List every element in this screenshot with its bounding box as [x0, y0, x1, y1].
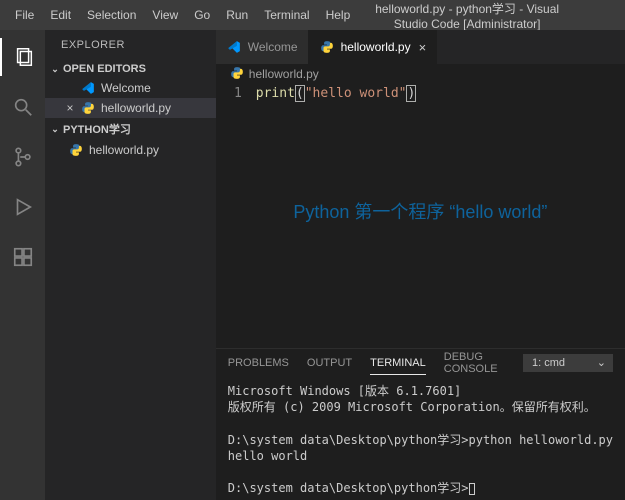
- menu-bar: File Edit Selection View Go Run Terminal…: [8, 4, 357, 26]
- menu-selection[interactable]: Selection: [80, 4, 143, 26]
- workspace-header[interactable]: ⌄ PYTHON学习: [45, 118, 216, 140]
- editor-tabs: Welcome helloworld.py ×: [216, 30, 625, 64]
- bottom-panel: PROBLEMS OUTPUT TERMINAL DEBUG CONSOLE 1…: [216, 348, 625, 500]
- terminal-line: Microsoft Windows [版本 6.1.7601]: [228, 384, 462, 398]
- window-title: helloworld.py - python学习 - Visual Studio…: [357, 0, 617, 31]
- tab-helloworld[interactable]: helloworld.py ×: [309, 30, 438, 64]
- menu-help[interactable]: Help: [319, 4, 358, 26]
- close-icon[interactable]: ×: [63, 101, 77, 115]
- titlebar: File Edit Selection View Go Run Terminal…: [0, 0, 625, 30]
- token-paren-open: (: [295, 85, 305, 102]
- terminal-line: 版权所有 (c) 2009 Microsoft Corporation。保留所有…: [228, 400, 596, 414]
- python-icon: [79, 101, 97, 115]
- panel-tabs: PROBLEMS OUTPUT TERMINAL DEBUG CONSOLE 1…: [216, 349, 625, 377]
- line-gutter: 1: [216, 84, 256, 348]
- python-icon: [230, 66, 244, 83]
- breadcrumb[interactable]: helloworld.py: [216, 64, 625, 84]
- panel-tab-terminal[interactable]: TERMINAL: [370, 352, 426, 375]
- panel-tab-debug-console[interactable]: DEBUG CONSOLE: [444, 346, 505, 380]
- file-helloworld[interactable]: helloworld.py: [45, 140, 216, 160]
- open-editor-welcome[interactable]: Welcome: [45, 78, 216, 98]
- open-editor-label: Welcome: [101, 81, 151, 95]
- menu-terminal[interactable]: Terminal: [257, 4, 316, 26]
- menu-edit[interactable]: Edit: [43, 4, 78, 26]
- explorer-icon[interactable]: [0, 38, 45, 76]
- menu-go[interactable]: Go: [187, 4, 217, 26]
- cursor-icon: [469, 483, 475, 495]
- menu-run[interactable]: Run: [219, 4, 255, 26]
- editor-area: Welcome helloworld.py × helloworld.py 1 …: [216, 30, 625, 500]
- source-control-icon[interactable]: [0, 138, 45, 176]
- open-editor-helloworld[interactable]: × helloworld.py: [45, 98, 216, 118]
- python-icon: [67, 143, 85, 157]
- workspace-label: PYTHON学习: [63, 121, 131, 137]
- run-debug-icon[interactable]: [0, 188, 45, 226]
- open-editors-header[interactable]: ⌄ OPEN EDITORS: [45, 60, 216, 78]
- panel-tab-problems[interactable]: PROBLEMS: [228, 352, 289, 374]
- activity-bar: [0, 30, 45, 500]
- breadcrumb-file: helloworld.py: [249, 67, 319, 81]
- token-paren-close: ): [406, 85, 416, 102]
- chevron-down-icon: ⌄: [49, 124, 61, 135]
- tab-label: Welcome: [248, 40, 298, 54]
- open-editor-label: helloworld.py: [101, 101, 171, 115]
- terminal-line: D:\system data\Desktop\python学习>python h…: [228, 433, 613, 447]
- tab-welcome[interactable]: Welcome: [216, 30, 309, 64]
- terminal[interactable]: Microsoft Windows [版本 6.1.7601] 版权所有 (c)…: [216, 377, 625, 500]
- menu-file[interactable]: File: [8, 4, 41, 26]
- tab-label: helloworld.py: [341, 40, 411, 54]
- chevron-down-icon: ⌄: [49, 64, 61, 75]
- token-string: "hello world": [305, 86, 407, 101]
- terminal-line: hello world: [228, 449, 307, 463]
- close-icon[interactable]: ×: [419, 40, 427, 55]
- code-editor[interactable]: 1 print("hello world") Python 第一个程序 “hel…: [216, 84, 625, 348]
- sidebar: EXPLORER ⌄ OPEN EDITORS Welcome × hellow…: [45, 30, 216, 500]
- line-number: 1: [216, 86, 242, 101]
- terminal-prompt: D:\system data\Desktop\python学习>: [228, 481, 469, 495]
- editor-watermark: Python 第一个程序 “hello world”: [293, 198, 547, 224]
- search-icon[interactable]: [0, 88, 45, 126]
- file-label: helloworld.py: [89, 143, 159, 157]
- terminal-selector[interactable]: 1: cmd: [523, 354, 613, 372]
- open-editors-label: OPEN EDITORS: [63, 63, 146, 75]
- menu-view[interactable]: View: [145, 4, 185, 26]
- panel-tab-output[interactable]: OUTPUT: [307, 352, 352, 374]
- extensions-icon[interactable]: [0, 238, 45, 276]
- token-function: print: [256, 86, 295, 101]
- vscode-icon: [226, 39, 242, 55]
- vscode-icon: [79, 81, 97, 95]
- sidebar-title: EXPLORER: [45, 30, 216, 60]
- python-icon: [319, 39, 335, 55]
